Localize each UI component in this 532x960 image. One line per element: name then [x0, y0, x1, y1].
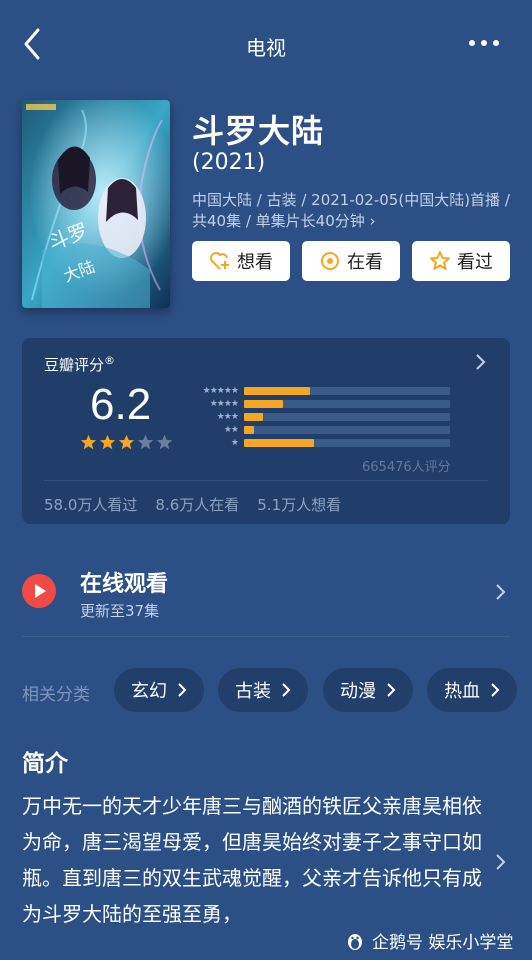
distribution-bar: [244, 426, 254, 434]
back-button[interactable]: [18, 26, 48, 62]
category-chip-dongman[interactable]: 动漫: [323, 668, 413, 712]
intro-heading: 简介: [22, 751, 68, 777]
rating-stars: [80, 434, 173, 451]
chevron-right-icon: [491, 683, 500, 697]
intro-expand-chevron-icon[interactable]: [494, 852, 508, 876]
online-watch-subtitle: 更新至37集: [80, 602, 160, 620]
distribution-bar: [244, 400, 283, 408]
watching-label: 在看: [347, 252, 383, 273]
rating-score: 6.2: [90, 380, 152, 429]
rating-card[interactable]: 豆瓣评分® 6.2 ★★★★★ ★★★★ ★★★ ★★ ★ 665476人评分 58.0…: [22, 338, 510, 524]
movie-title: 斗罗大陆: [192, 112, 325, 150]
play-icon: [22, 574, 56, 608]
circle-dot-icon: [321, 252, 339, 270]
stat-watched[interactable]: 58.0万人看过: [44, 494, 137, 515]
star-outline-icon: [430, 251, 450, 270]
distribution-star-label: ★: [230, 438, 239, 448]
watched-label: 看过: [457, 252, 493, 273]
online-watch-row[interactable]: 在线观看 更新至37集: [22, 558, 512, 628]
section-divider: [22, 636, 510, 637]
category-chip-rexue[interactable]: 热血: [427, 668, 517, 712]
star-filled-icon: [80, 434, 97, 450]
star-empty-icon: [156, 434, 173, 450]
online-watch-title: 在线观看: [80, 572, 169, 597]
top-bar: 电视: [0, 0, 532, 90]
distribution-bar: [244, 439, 314, 447]
distribution-star-label: ★★: [223, 425, 239, 435]
distribution-bar: [244, 387, 310, 395]
back-arrow-icon: [24, 28, 40, 60]
star-empty-icon: [137, 434, 154, 450]
distribution-star-label: ★★★: [216, 412, 239, 422]
distribution-star-label: ★★★★★: [202, 386, 239, 396]
more-icon: [469, 40, 499, 46]
rating-source-label: 豆瓣评分®: [44, 354, 115, 375]
watched-button[interactable]: 看过: [412, 241, 510, 281]
chip-label: 热血: [444, 681, 480, 702]
chip-label: 玄幻: [131, 681, 167, 702]
distribution-track: [244, 387, 450, 395]
stat-want[interactable]: 5.1万人想看: [257, 494, 341, 515]
distribution-track: [244, 426, 450, 434]
want-button[interactable]: 想看: [192, 241, 290, 281]
chevron-right-icon: [178, 683, 187, 697]
watermark-text: 企鹅号 娱乐小学堂: [372, 933, 514, 953]
watermark: 企鹅号 娱乐小学堂: [346, 928, 513, 953]
category-chip-xuanhuan[interactable]: 玄幻: [114, 668, 204, 712]
poster-image[interactable]: 斗罗 大陆: [22, 100, 170, 308]
rating-chevron-icon[interactable]: [470, 352, 490, 372]
distribution-star-label: ★★★★: [209, 399, 239, 409]
rating-label-text: 豆瓣评分: [44, 356, 105, 374]
more-button[interactable]: [462, 30, 506, 56]
penguin-icon: [348, 933, 362, 950]
distribution-track: [244, 400, 450, 408]
chip-label: 动漫: [340, 681, 376, 702]
category-chip-guzhuang[interactable]: 古装: [218, 668, 308, 712]
watching-button[interactable]: 在看: [302, 241, 400, 281]
related-categories-label: 相关分类: [22, 685, 90, 705]
chevron-right-icon: [494, 582, 508, 606]
stat-watching[interactable]: 8.6万人在看: [155, 494, 239, 515]
rating-divider: [44, 480, 488, 481]
rating-stats: 58.0万人看过 8.6万人在看 5.1万人想看: [44, 494, 341, 515]
rating-count: 665476人评分: [362, 460, 451, 475]
star-filled-icon: [118, 434, 135, 450]
chevron-right-icon: [282, 683, 291, 697]
distribution-track: [244, 439, 450, 447]
movie-meta[interactable]: 中国大陆 / 古装 / 2021-02-05(中国大陆)首播 / 共40集 / …: [192, 190, 512, 232]
heart-plus-icon: [210, 252, 229, 270]
chevron-right-icon: [387, 683, 396, 697]
page-title: 电视: [246, 36, 286, 60]
distribution-bar: [244, 413, 263, 421]
registered-mark: ®: [104, 354, 116, 367]
distribution-track: [244, 413, 450, 421]
want-label: 想看: [237, 252, 273, 273]
intro-text[interactable]: 万中无一的天才少年唐三与酗酒的铁匠父亲唐昊相依为命，唐三渴望母爱，但唐昊始终对妻…: [22, 788, 492, 932]
star-filled-icon: [99, 434, 116, 450]
movie-year: (2021): [192, 150, 266, 175]
chip-label: 古装: [235, 681, 271, 702]
